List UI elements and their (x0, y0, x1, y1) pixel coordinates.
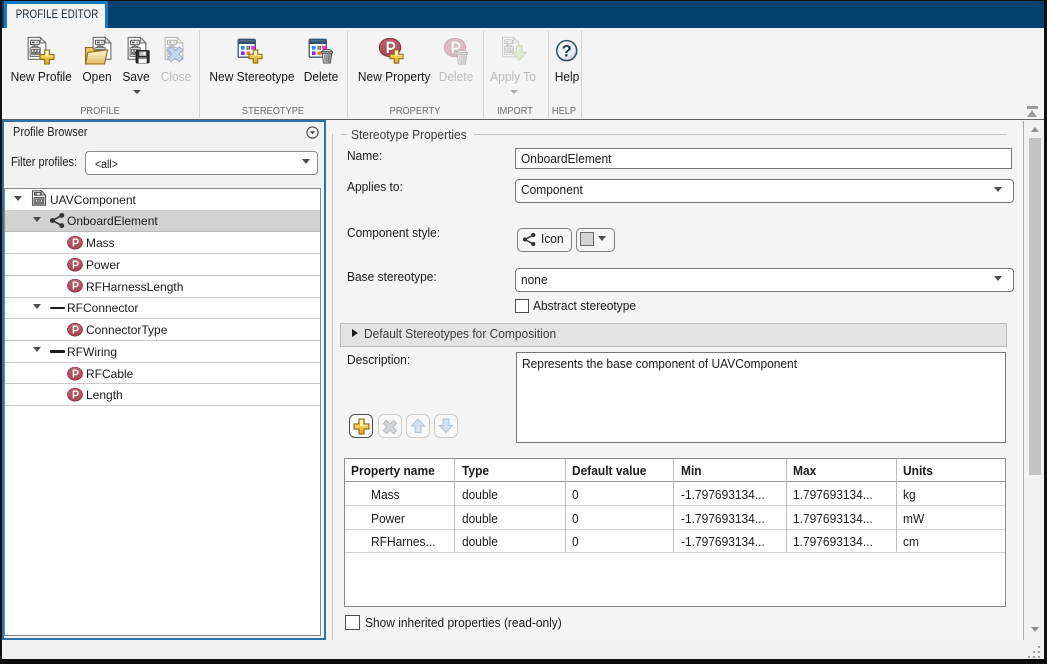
svg-text:?: ? (562, 43, 572, 61)
